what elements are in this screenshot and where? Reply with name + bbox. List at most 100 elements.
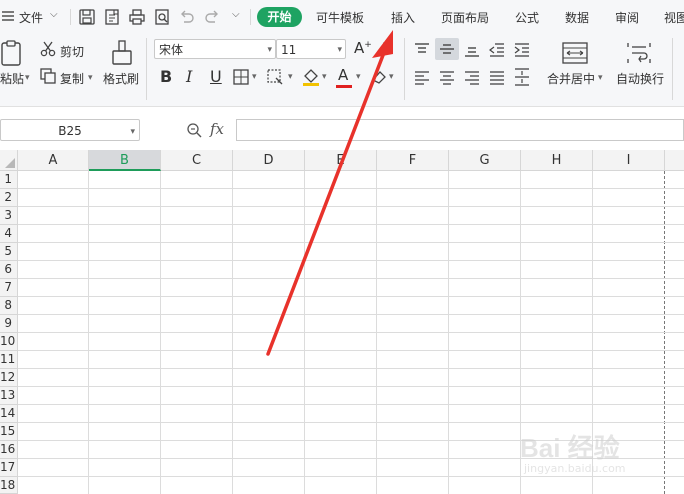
format-painter-icon[interactable]: [110, 40, 134, 70]
row-header[interactable]: 3: [0, 207, 18, 225]
row-header[interactable]: 16: [0, 441, 18, 459]
row-header[interactable]: 1: [0, 171, 18, 189]
tab-insert[interactable]: 插入: [391, 9, 415, 26]
column-header[interactable]: I: [593, 150, 665, 171]
row-header[interactable]: 13: [0, 387, 18, 405]
customize-quick-access-icon[interactable]: ⌵: [232, 9, 240, 20]
column-header[interactable]: G: [449, 150, 521, 171]
zoom-search-icon[interactable]: [186, 122, 202, 142]
chevron-down-icon[interactable]: ▾: [252, 72, 257, 82]
column-header[interactable]: [665, 150, 684, 171]
merge-cells-icon[interactable]: [562, 42, 588, 68]
row-header[interactable]: 9: [0, 315, 18, 333]
row-header[interactable]: 11: [0, 351, 18, 369]
align-bottom-icon[interactable]: [464, 42, 480, 61]
underline-button[interactable]: U: [210, 67, 222, 86]
column-header[interactable]: F: [377, 150, 449, 171]
row-header[interactable]: 4: [0, 225, 18, 243]
column-header[interactable]: D: [233, 150, 305, 171]
paste-icon[interactable]: [0, 40, 24, 70]
baidu-watermark: Bai 经验 jingyan.baidu.com: [520, 428, 670, 488]
italic-button[interactable]: I: [186, 67, 192, 86]
redo-icon[interactable]: [203, 8, 221, 26]
fill-pattern-icon[interactable]: [267, 69, 285, 89]
wrap-text-icon[interactable]: [627, 42, 651, 68]
align-middle-button[interactable]: [435, 38, 459, 60]
name-box[interactable]: B25 ▾: [0, 119, 140, 141]
save-icon[interactable]: [78, 8, 96, 26]
divider: [250, 9, 251, 25]
chevron-down-icon[interactable]: ▾: [322, 72, 327, 82]
increase-font-button[interactable]: A+: [354, 39, 372, 57]
font-color-bar: [336, 85, 352, 88]
tab-data[interactable]: 数据: [565, 9, 589, 26]
tab-formulas[interactable]: 公式: [515, 9, 539, 26]
row-header[interactable]: 2: [0, 189, 18, 207]
row-header[interactable]: 14: [0, 405, 18, 423]
file-menu[interactable]: 文件 ⌵: [0, 9, 64, 25]
column-header[interactable]: H: [521, 150, 593, 171]
borders-icon[interactable]: [233, 69, 249, 89]
copy-button-label[interactable]: 复制: [60, 70, 84, 87]
tab-templates[interactable]: 可牛模板: [316, 9, 364, 26]
chevron-down-icon[interactable]: ▾: [25, 73, 30, 83]
align-center-icon[interactable]: [439, 70, 455, 89]
chevron-down-icon[interactable]: ▾: [389, 72, 394, 82]
row-header[interactable]: 17: [0, 459, 18, 477]
merge-center-label[interactable]: 合并居中: [547, 70, 595, 87]
select-all-corner[interactable]: [0, 150, 18, 171]
decrease-font-button[interactable]: A: [380, 41, 389, 56]
export-pdf-icon[interactable]: [103, 8, 121, 26]
eraser-icon[interactable]: [371, 69, 387, 89]
format-painter-label[interactable]: 格式刷: [103, 70, 139, 87]
font-color-button[interactable]: A: [338, 66, 348, 84]
align-left-icon[interactable]: [414, 70, 430, 89]
cut-button-label[interactable]: 剪切: [60, 43, 84, 60]
chevron-down-icon[interactable]: ▾: [598, 73, 603, 83]
file-menu-label: 文件: [19, 11, 44, 25]
tab-view[interactable]: 视图: [664, 9, 684, 26]
font-size-value: 11: [281, 43, 297, 57]
row-header[interactable]: 8: [0, 297, 18, 315]
column-header[interactable]: E: [305, 150, 377, 171]
fx-label[interactable]: fx: [210, 120, 224, 138]
row-header[interactable]: 15: [0, 423, 18, 441]
row-header[interactable]: 5: [0, 243, 18, 261]
align-right-icon[interactable]: [464, 70, 480, 89]
bold-button[interactable]: B: [160, 67, 172, 86]
scissors-icon[interactable]: [40, 41, 56, 61]
column-header[interactable]: A: [18, 150, 89, 171]
print-icon[interactable]: [128, 8, 146, 26]
column-header[interactable]: C: [161, 150, 233, 171]
chevron-down-icon[interactable]: ▾: [356, 72, 361, 82]
undo-icon[interactable]: [178, 8, 196, 26]
font-family-select[interactable]: 宋体 ▾: [154, 39, 276, 59]
row-header[interactable]: 18: [0, 477, 18, 494]
column-header-selected[interactable]: B: [89, 150, 161, 171]
grid-line: [18, 368, 684, 369]
tab-review[interactable]: 审阅: [615, 9, 639, 26]
copy-icon[interactable]: [40, 68, 56, 88]
fill-color-icon[interactable]: [301, 67, 321, 91]
paste-button-label[interactable]: 粘贴: [0, 70, 24, 87]
justify-icon[interactable]: [489, 70, 505, 89]
increase-indent-icon[interactable]: [514, 42, 530, 61]
tab-start[interactable]: 开始: [257, 7, 302, 27]
distributed-align-icon[interactable]: [514, 68, 530, 90]
row-header[interactable]: 6: [0, 261, 18, 279]
tab-page-layout[interactable]: 页面布局: [441, 9, 489, 26]
chevron-down-icon[interactable]: ▾: [88, 73, 93, 83]
print-preview-icon[interactable]: [153, 8, 171, 26]
decrease-indent-icon[interactable]: [489, 42, 505, 61]
formula-input-value: [237, 124, 241, 138]
row-header[interactable]: 12: [0, 369, 18, 387]
row-header[interactable]: 10: [0, 333, 18, 351]
chevron-down-icon[interactable]: ▾: [288, 72, 293, 82]
font-size-select[interactable]: 11 ▾: [276, 39, 346, 59]
ribbon: 粘贴 ▾ 剪切 复制 ▾ 格式刷 宋体 ▾ 11 ▾ A+ A B I U ▾ …: [0, 34, 684, 107]
row-header[interactable]: 7: [0, 279, 18, 297]
wrap-text-label[interactable]: 自动换行: [616, 70, 664, 87]
align-top-icon[interactable]: [414, 42, 430, 61]
formula-input[interactable]: [236, 119, 684, 141]
chevron-down-icon: ⌵: [50, 9, 58, 20]
